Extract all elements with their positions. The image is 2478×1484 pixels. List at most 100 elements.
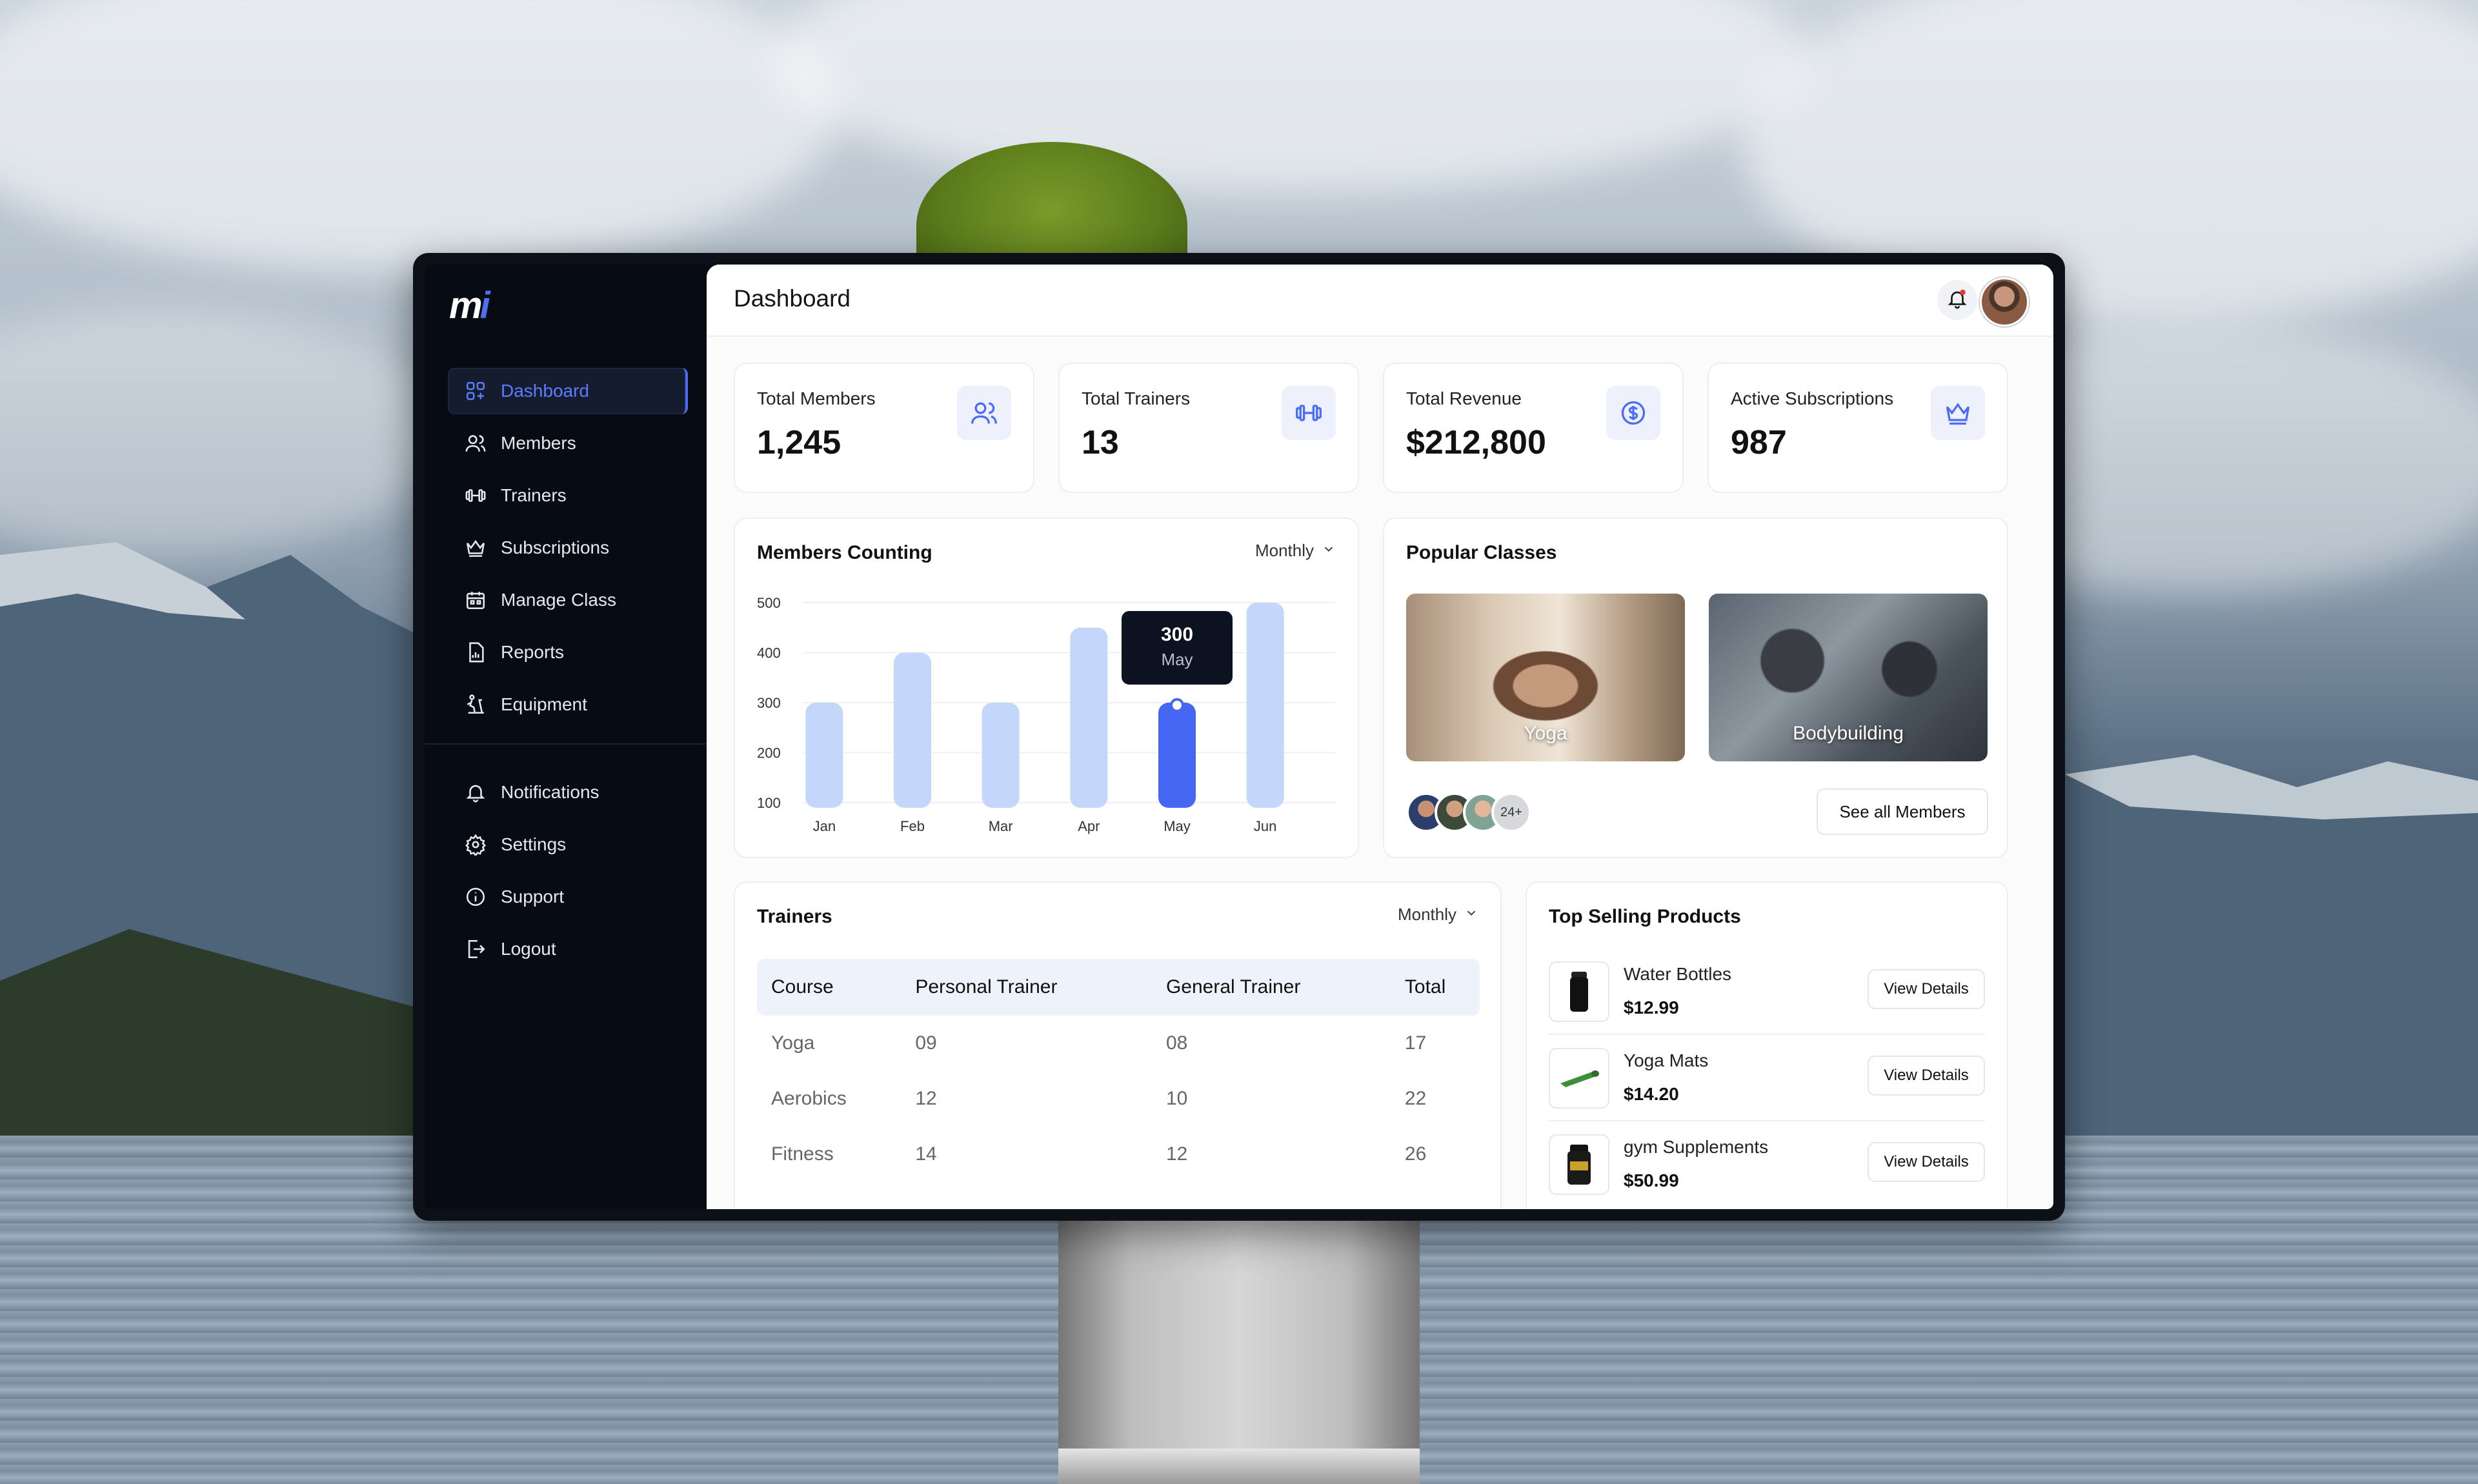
bottle-icon [1549, 961, 1609, 1022]
sidebar-item-trainers[interactable]: Trainers [448, 472, 688, 519]
sidebar-item-label: Subscriptions [501, 537, 610, 557]
screen: mi Dashboard Members Trainers Subscripti… [425, 265, 2053, 1209]
product-item: gym Supplements $50.99 View Details [1549, 1120, 1985, 1207]
stat-value: 13 [1082, 424, 1119, 461]
popular-classes-card: Popular Classes Yoga Bodybuilding 24+ Se… [1383, 517, 2008, 858]
topbar: Dashboard [707, 265, 2053, 337]
column-header[interactable]: Personal Trainer [901, 959, 1152, 1016]
stat-value: 987 [1731, 424, 1787, 461]
stat-label: Active Subscriptions [1731, 388, 1894, 408]
product-price: $12.99 [1624, 998, 1679, 1018]
trainers-card: Trainers Monthly Course Personal Trainer… [734, 881, 1502, 1209]
sidebar-item-notifications[interactable]: Notifications [448, 769, 688, 816]
calendar-icon [463, 588, 488, 612]
class-card-bodybuilding[interactable]: Bodybuilding [1709, 594, 1988, 761]
table-row[interactable]: Yoga 09 08 17 [757, 1016, 1480, 1071]
y-tick-label: 200 [757, 745, 781, 761]
x-tick-label: Mar [989, 818, 1013, 834]
yoga-mat-icon [1549, 1048, 1609, 1108]
see-all-members-button[interactable]: See all Members [1817, 788, 1988, 835]
bar-apr[interactable] [1070, 627, 1108, 808]
sidebar-item-subscriptions[interactable]: Subscriptions [448, 525, 688, 571]
bell-icon [1946, 288, 1968, 313]
crown-icon [1931, 386, 1985, 440]
stat-card-total-revenue: Total Revenue $212,800 [1383, 363, 1684, 493]
sidebar-item-reports[interactable]: Reports [448, 629, 688, 676]
view-details-button[interactable]: View Details [1868, 969, 1985, 1009]
table-cell: 17 [1404, 1032, 1427, 1054]
page-title: Dashboard [734, 285, 851, 312]
bar-feb[interactable] [894, 652, 931, 808]
product-price: $14.20 [1624, 1084, 1679, 1104]
sidebar-item-support[interactable]: Support [448, 874, 688, 920]
view-details-button[interactable]: View Details [1868, 1056, 1985, 1096]
period-dropdown[interactable]: Monthly [1398, 905, 1478, 925]
class-label: Bodybuilding [1793, 723, 1904, 744]
sidebar-item-equipment[interactable]: Equipment [448, 681, 688, 728]
logo[interactable]: mi [449, 284, 490, 327]
bar-mar[interactable] [982, 703, 1020, 808]
table-cell: 10 [1165, 1088, 1188, 1109]
product-item: Yoga Mats $14.20 View Details [1549, 1034, 1985, 1121]
sidebar-item-label: Trainers [501, 485, 567, 505]
secondary-nav: Notifications Settings Support Logout [448, 769, 688, 978]
table-cell: Aerobics [771, 1088, 847, 1109]
sidebar-item-label: Reports [501, 642, 565, 662]
product-name: gym Supplements [1624, 1137, 1769, 1157]
members-bar-chart: 100 200 300 400 500 Jan Feb Mar Apr May Jun [757, 595, 1335, 834]
stat-card-total-members: Total Members 1,245 [734, 363, 1034, 493]
stat-value: 1,245 [757, 424, 841, 461]
column-header[interactable]: General Trainer [1151, 959, 1391, 1016]
member-avatar-group: 24+ [1406, 792, 1548, 832]
monitor-stand [1058, 1213, 1420, 1484]
sidebar-item-label: Notifications [501, 782, 599, 802]
stat-label: Total Members [757, 388, 876, 408]
top-selling-products-card: Top Selling Products Water Bottles $12.9… [1526, 881, 2008, 1209]
member-count-badge: 24+ [1491, 792, 1531, 832]
members-icon [463, 431, 488, 456]
table-cell: 14 [915, 1143, 937, 1165]
sidebar-item-settings[interactable]: Settings [448, 821, 688, 868]
notification-button[interactable] [1937, 280, 1977, 320]
sidebar-item-members[interactable]: Members [448, 420, 688, 466]
gear-icon [463, 832, 488, 857]
bar-jun[interactable] [1246, 603, 1284, 808]
product-item: Water Bottles $12.99 View Details [1549, 947, 1985, 1035]
view-details-button[interactable]: View Details [1868, 1142, 1985, 1182]
table-row[interactable]: Fitness 14 12 26 [757, 1127, 1480, 1182]
card-title: Popular Classes [1406, 542, 1557, 563]
table-cell: 12 [915, 1088, 937, 1109]
card-title: Top Selling Products [1549, 906, 1741, 927]
class-card-yoga[interactable]: Yoga [1406, 594, 1685, 761]
sidebar-item-manage-class[interactable]: Manage Class [448, 577, 688, 623]
sidebar-item-label: Manage Class [501, 590, 616, 610]
crown-icon [463, 536, 488, 560]
report-icon [463, 640, 488, 665]
y-tick-label: 100 [757, 795, 781, 811]
sidebar-item-logout[interactable]: Logout [448, 926, 688, 972]
treadmill-icon [463, 692, 488, 717]
table-cell: Yoga [771, 1032, 815, 1054]
column-header[interactable]: Total [1390, 959, 1480, 1016]
sidebar-item-label: Settings [501, 834, 567, 854]
bar-jan[interactable] [805, 703, 843, 808]
table-row[interactable]: Aerobics 12 10 22 [757, 1071, 1480, 1127]
user-avatar[interactable] [1980, 277, 2029, 326]
trainers-table: Course Personal Trainer General Trainer … [757, 959, 1480, 1182]
members-icon [957, 386, 1011, 440]
table-cell: 12 [1165, 1143, 1188, 1165]
x-tick-label: Jun [1254, 818, 1276, 834]
y-tick-label: 300 [757, 695, 781, 711]
dropdown-value: Monthly [1397, 905, 1456, 924]
class-label: Yoga [1524, 723, 1567, 744]
logout-icon [463, 937, 488, 961]
bar-may[interactable] [1158, 703, 1196, 808]
chevron-down-icon [1464, 905, 1478, 925]
sidebar-item-dashboard[interactable]: Dashboard [448, 368, 688, 414]
highlight-marker [1170, 698, 1184, 712]
table-cell: 26 [1404, 1143, 1427, 1165]
column-header[interactable]: Course [757, 959, 902, 1016]
supplement-jar-icon [1549, 1134, 1609, 1195]
info-icon [463, 885, 488, 909]
dumbbell-icon [463, 483, 488, 508]
